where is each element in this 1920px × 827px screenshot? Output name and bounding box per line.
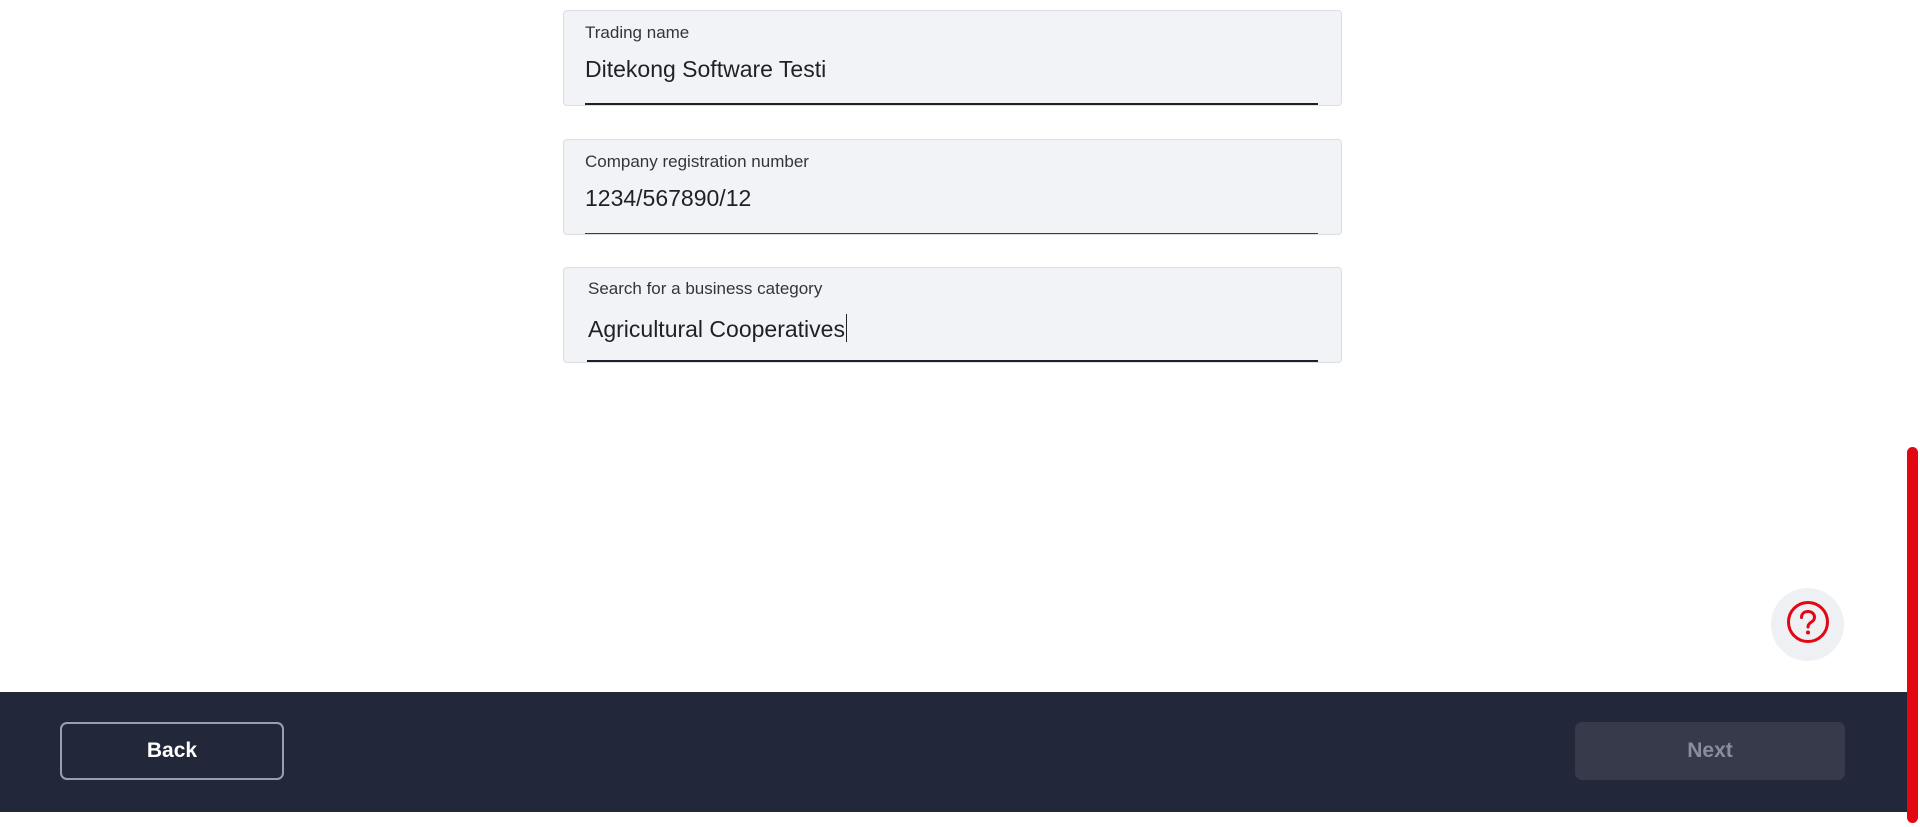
- company-registration-underline: [585, 233, 1318, 234]
- business-category-search-input[interactable]: Agricultural Cooperatives: [588, 314, 847, 343]
- company-registration-field[interactable]: Company registration number 1234/567890/…: [563, 139, 1342, 235]
- business-category-search-value: Agricultural Cooperatives: [588, 316, 845, 342]
- next-button[interactable]: Next: [1575, 722, 1845, 780]
- back-button[interactable]: Back: [60, 722, 284, 780]
- company-registration-label: Company registration number: [585, 152, 809, 171]
- question-circle-icon: [1786, 600, 1830, 649]
- scrollbar[interactable]: [1907, 0, 1920, 827]
- footer-bar: Back Next: [0, 692, 1907, 812]
- scrollbar-thumb[interactable]: [1907, 447, 1918, 823]
- business-category-underline: [587, 360, 1318, 362]
- business-category-search-field[interactable]: Search for a business category Agricultu…: [563, 267, 1342, 363]
- trading-name-underline: [585, 103, 1318, 105]
- text-caret: [845, 314, 847, 342]
- form-page: Trading name Ditekong Software Testi Com…: [0, 0, 1920, 827]
- business-category-search-label: Search for a business category: [588, 279, 823, 298]
- trading-name-value[interactable]: Ditekong Software Testi: [585, 56, 826, 83]
- help-button[interactable]: [1771, 588, 1844, 661]
- trading-name-label: Trading name: [585, 23, 690, 42]
- company-registration-value[interactable]: 1234/567890/12: [585, 185, 751, 212]
- trading-name-field[interactable]: Trading name Ditekong Software Testi: [563, 10, 1342, 106]
